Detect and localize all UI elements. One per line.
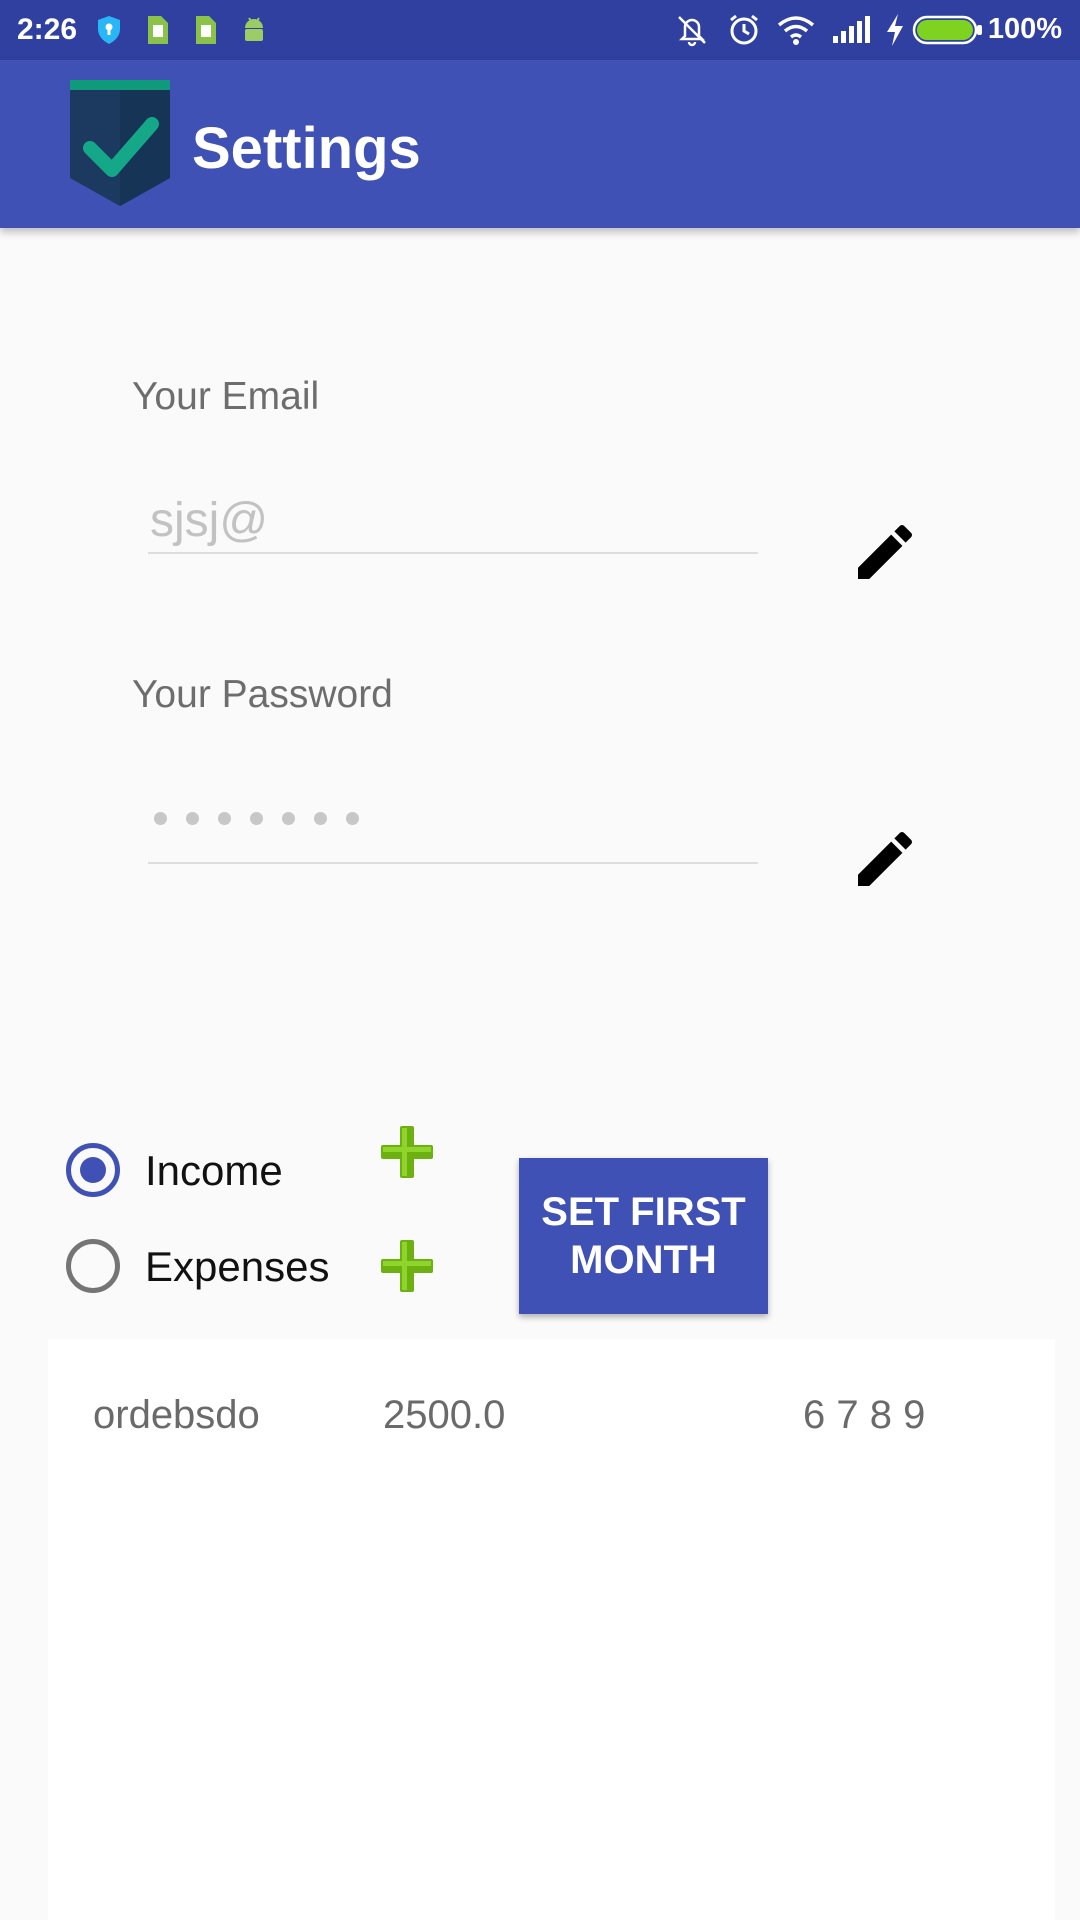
password-mask-dot [314, 812, 327, 825]
edit-email-pencil-icon[interactable] [849, 516, 921, 588]
android-icon [245, 17, 263, 41]
checkmark-shield-icon [70, 80, 170, 206]
vpn-shield-icon [98, 16, 120, 44]
email-label: Your Email [132, 375, 320, 418]
app-bar: Settings [0, 60, 1080, 228]
signal-icon [833, 16, 870, 43]
vibrate-off-icon [678, 16, 706, 47]
password-field[interactable] [148, 800, 758, 864]
password-mask-dot [282, 812, 295, 825]
charging-icon [887, 14, 903, 46]
sim-card-icon [148, 16, 168, 44]
page-title: Settings [192, 116, 421, 181]
password-mask-dot [186, 812, 199, 825]
record-name: ordebsdo [93, 1393, 260, 1437]
radio-expenses-label: Expenses [145, 1243, 330, 1290]
record-months: 6 7 8 9 [803, 1393, 926, 1437]
records-list: ordebsdo 2500.0 6 7 8 9 [48, 1339, 1055, 1920]
battery-percent: 100% [987, 13, 1062, 45]
password-mask-dot [346, 812, 359, 825]
password-mask-dot [218, 812, 231, 825]
set-first-month-button[interactable]: SET FIRST MONTH [519, 1158, 768, 1314]
wifi-icon [777, 16, 815, 45]
add-income-plus-icon[interactable] [378, 1123, 436, 1181]
password-label: Your Password [132, 673, 393, 716]
radio-button-checked[interactable] [66, 1143, 120, 1197]
list-item[interactable]: ordebsdo 2500.0 6 7 8 9 [48, 1339, 1055, 1497]
status-bar: 2:26 100% [0, 0, 1080, 60]
edit-password-pencil-icon[interactable] [849, 823, 921, 895]
password-mask-dot [154, 812, 167, 825]
status-time: 2:26 [17, 13, 78, 46]
radio-button-unchecked[interactable] [66, 1239, 120, 1293]
record-amount: 2500.0 [383, 1393, 506, 1437]
battery-icon [912, 15, 982, 45]
email-field[interactable] [148, 488, 758, 554]
sim-card-icon [196, 16, 216, 44]
add-expense-plus-icon[interactable] [378, 1237, 436, 1295]
password-mask-dot [250, 812, 263, 825]
alarm-icon [730, 14, 758, 45]
radio-income-label: Income [145, 1147, 283, 1194]
password-mask [154, 812, 378, 832]
